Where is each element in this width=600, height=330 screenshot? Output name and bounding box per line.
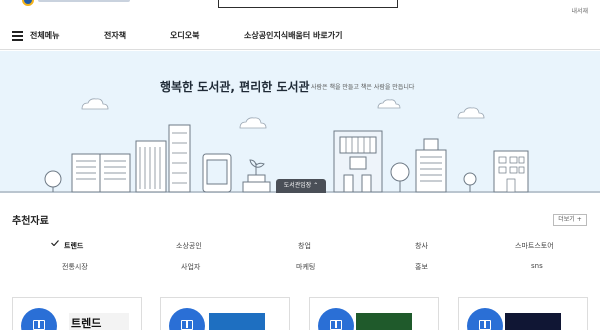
category-business-owner[interactable]: 사업자 <box>181 262 200 272</box>
hero-subtitle: 사람은 책을 만들고 책은 사람을 만듭니다 <box>311 84 415 91</box>
book-icon <box>330 320 342 330</box>
cloud-icon <box>457 107 485 119</box>
cloud-icon <box>81 98 109 110</box>
hamburger-icon[interactable] <box>12 31 23 41</box>
category-startup[interactable]: 창업 <box>298 241 311 251</box>
book-cover-title: 트렌드 <box>71 317 102 330</box>
nav-item-audiobook[interactable]: 오디오북 <box>170 30 199 41</box>
category-traditional-market[interactable]: 전통시장 <box>62 262 88 272</box>
cloud-icon <box>377 99 401 109</box>
logo-emblem-icon <box>22 0 34 6</box>
library-enter-label: 도서관입장 <box>283 182 312 189</box>
top-bar: 내서재 <box>0 0 600 20</box>
recommend-card[interactable] <box>458 297 588 330</box>
my-library-link[interactable]: 내서재 <box>571 6 588 15</box>
search-input[interactable] <box>218 0 398 8</box>
hero-title: 행복한 도서관, 편리한 도서관 <box>160 80 310 94</box>
main-navigation: 전체메뉴 전자책 오디오북 소상공인지식배움터 바로가기 <box>0 22 600 50</box>
category-promotion[interactable]: 홍보 <box>415 262 428 272</box>
library-enter-button[interactable]: 도서관입장 ⌃ <box>276 179 326 193</box>
recommend-section-title: 추천자료 <box>12 216 49 227</box>
book-icon <box>33 320 45 330</box>
book-icon <box>181 320 193 330</box>
recommend-card[interactable] <box>309 297 439 330</box>
book-cover <box>505 313 561 330</box>
check-icon <box>51 240 59 246</box>
site-logo[interactable] <box>22 0 132 6</box>
logo-wordmark <box>38 0 130 2</box>
nav-item-ebook[interactable]: 전자책 <box>104 30 126 41</box>
hero-banner: 행복한 도서관, 편리한 도서관 사람은 책을 만들고 책은 사람을 만듭니다 … <box>0 51 600 193</box>
book-cover <box>356 313 412 330</box>
category-marketing[interactable]: 마케팅 <box>296 262 315 272</box>
more-button[interactable]: 더보기 + <box>553 214 587 226</box>
category-small-business[interactable]: 소상공인 <box>176 241 202 251</box>
book-icon <box>479 320 491 330</box>
category-smartstore[interactable]: 스마트스토어 <box>515 241 554 251</box>
nav-item-learning-shortcut[interactable]: 소상공인지식배움터 바로가기 <box>244 30 342 41</box>
category-changsa[interactable]: 창사 <box>415 241 428 251</box>
category-trend[interactable]: 트렌드 <box>64 241 83 251</box>
book-cover <box>209 313 265 330</box>
recommend-card[interactable] <box>160 297 290 330</box>
cloud-icon <box>239 117 267 129</box>
city-illustration <box>0 98 600 193</box>
menu-all-button[interactable]: 전체메뉴 <box>30 30 59 41</box>
recommend-card[interactable]: 트렌드 <box>12 297 142 330</box>
category-sns[interactable]: sns <box>531 262 543 270</box>
